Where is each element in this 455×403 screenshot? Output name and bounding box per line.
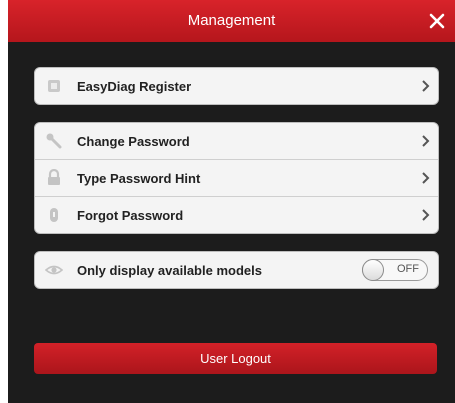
display-available-models-label: Only display available models (77, 262, 262, 278)
easydiag-register-label: EasyDiag Register (77, 78, 192, 94)
change-password-label: Change Password (77, 133, 190, 149)
easydiag-register-item[interactable]: EasyDiag Register (35, 68, 438, 104)
toggle-knob (362, 259, 384, 281)
password-group: Change Password Type Password Hint Forgo… (34, 122, 439, 234)
register-icon (43, 75, 65, 97)
toggle-state-text: OFF (397, 263, 419, 275)
key-icon (43, 130, 65, 152)
dialog-title: Management (187, 12, 276, 29)
change-password-item[interactable]: Change Password (35, 123, 438, 159)
display-models-toggle[interactable]: OFF (362, 259, 428, 281)
close-icon[interactable] (423, 6, 451, 36)
eye-icon (43, 259, 65, 281)
chevron-right-icon (422, 135, 430, 147)
management-dialog: Management EasyDiag Register Change Pass… (8, 0, 455, 403)
display-models-group: Only display available models OFF (34, 251, 439, 289)
display-available-models-item: Only display available models OFF (35, 252, 438, 288)
padlock-icon (43, 204, 65, 226)
forgot-password-item[interactable]: Forgot Password (35, 196, 438, 233)
chevron-right-icon (422, 80, 430, 92)
user-logout-button[interactable]: User Logout (34, 343, 437, 374)
forgot-password-label: Forgot Password (77, 207, 184, 223)
register-group: EasyDiag Register (34, 67, 439, 105)
chevron-right-icon (422, 209, 430, 221)
chevron-right-icon (422, 172, 430, 184)
title-bar: Management (8, 0, 455, 42)
lock-icon (43, 167, 65, 189)
type-password-hint-item[interactable]: Type Password Hint (35, 159, 438, 196)
type-password-hint-label: Type Password Hint (77, 170, 201, 186)
